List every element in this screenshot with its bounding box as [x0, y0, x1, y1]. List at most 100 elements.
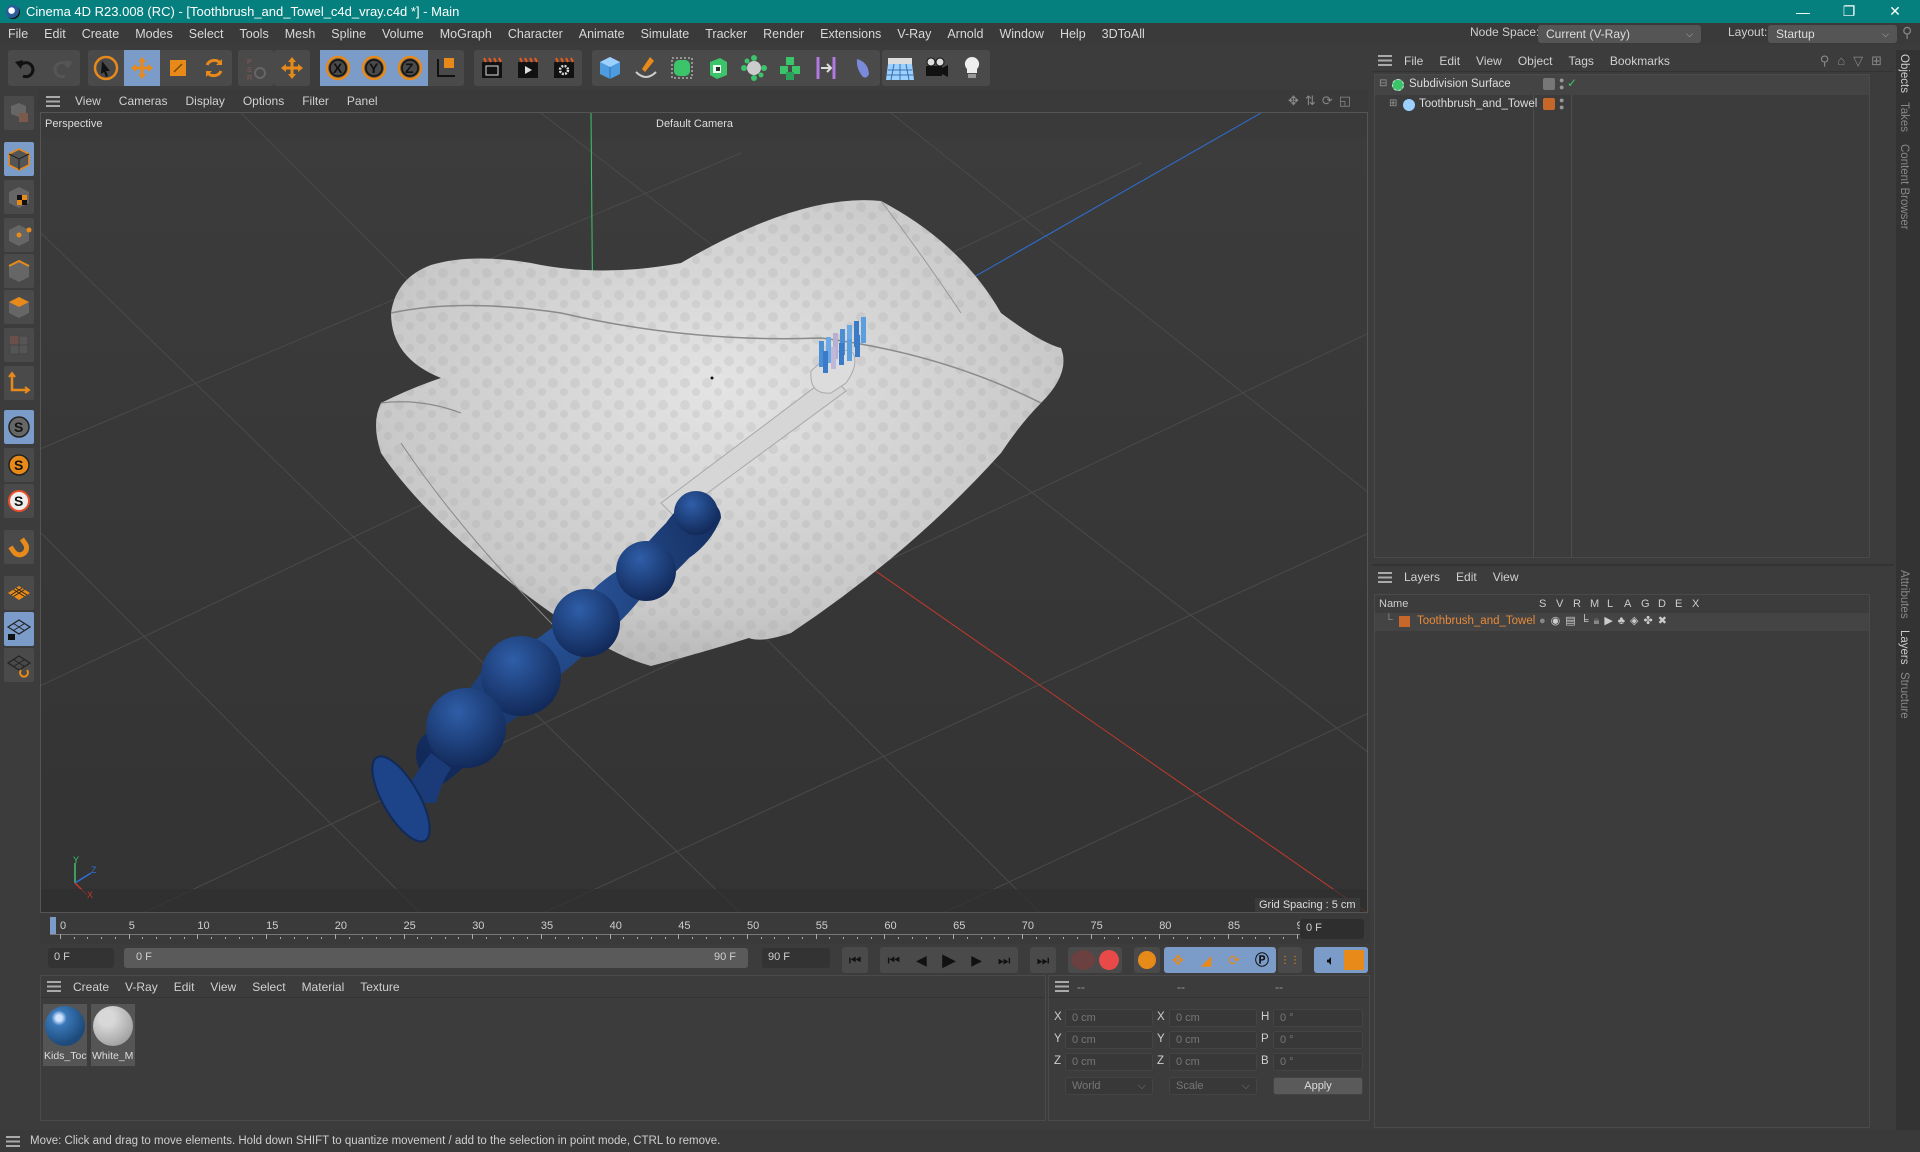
render-icon[interactable]: ▤	[1565, 615, 1580, 627]
column-name[interactable]: Name	[1379, 598, 1408, 610]
objects-menu-tags[interactable]: Tags	[1561, 54, 1602, 68]
menu-volume[interactable]: Volume	[374, 27, 432, 41]
render-settings-button[interactable]	[546, 50, 582, 86]
layers-menu-layers[interactable]: Layers	[1396, 570, 1448, 584]
viewport-perspective[interactable]: Perspective Default Camera Y Z X Grid Sp…	[40, 112, 1368, 913]
column-visible[interactable]: V	[1556, 598, 1563, 610]
workplane-lock-button[interactable]	[4, 612, 34, 646]
go-to-end-button[interactable]: ⏭	[1030, 947, 1056, 973]
object-row-subdivision[interactable]: ⊟ Subdivision Surface ● ● ✓	[1375, 75, 1869, 95]
layout-dropdown[interactable]: Startup ⌵	[1768, 25, 1897, 43]
pos-z-field[interactable]: 0 cm	[1065, 1053, 1153, 1071]
objects-menu-object[interactable]: Object	[1510, 54, 1561, 68]
solo-icon[interactable]: ●	[1539, 615, 1551, 627]
light-button[interactable]	[954, 50, 990, 86]
array-button[interactable]	[772, 50, 808, 86]
keyframe-selection-button[interactable]	[1134, 947, 1160, 973]
viewport-menu-display[interactable]: Display	[176, 94, 233, 108]
column-locked[interactable]: L	[1607, 598, 1613, 610]
column-xrefs[interactable]: X	[1692, 598, 1699, 610]
layer-name[interactable]: Toothbrush_and_Towel	[1417, 615, 1535, 627]
object-name[interactable]: Toothbrush_and_Towel	[1419, 98, 1537, 110]
node-space-dropdown[interactable]: Current (V-Ray) ⌵	[1538, 25, 1701, 43]
column-render[interactable]: R	[1573, 598, 1581, 610]
edge-mode-button[interactable]	[4, 254, 34, 288]
subdivision-button[interactable]	[664, 50, 700, 86]
menu-mograph[interactable]: MoGraph	[432, 27, 500, 41]
menu-help[interactable]: Help	[1052, 27, 1094, 41]
polygon-mode-button[interactable]	[4, 290, 34, 324]
animation-icon[interactable]: ▶	[1604, 615, 1617, 627]
expand-icon[interactable]: ⊞	[1389, 98, 1397, 109]
make-editable-button[interactable]	[4, 96, 34, 130]
menu-select[interactable]: Select	[181, 27, 232, 41]
rot-h-field[interactable]: 0 °	[1273, 1009, 1363, 1027]
column-manager[interactable]: M	[1590, 598, 1599, 610]
cube-button[interactable]	[592, 50, 628, 86]
edit-toggle-icon[interactable]	[1543, 78, 1555, 90]
layer-color-swatch[interactable]	[1399, 616, 1410, 627]
orbit-icon[interactable]: ⟳	[1322, 93, 1339, 108]
viewport-menu-cameras[interactable]: Cameras	[110, 94, 177, 108]
menu-3dtoall[interactable]: 3DToAll	[1094, 27, 1153, 41]
snap-settings-button[interactable]: S	[4, 448, 34, 482]
axis-mode-button[interactable]	[4, 366, 34, 400]
hamburger-icon[interactable]	[47, 981, 61, 992]
dolly-icon[interactable]: ⇅	[1305, 93, 1322, 108]
tab-structure[interactable]: Structure	[1898, 672, 1910, 719]
extrude-button[interactable]	[700, 50, 736, 86]
current-frame-field[interactable]: 0 F	[48, 948, 114, 968]
tab-attributes[interactable]: Attributes	[1898, 570, 1910, 619]
menu-create[interactable]: Create	[74, 27, 128, 41]
menu-window[interactable]: Window	[991, 27, 1051, 41]
next-frame-button[interactable]: ▶	[963, 952, 991, 969]
material-menu-texture[interactable]: Texture	[352, 980, 407, 994]
menu-tracker[interactable]: Tracker	[697, 27, 755, 41]
move-tool-button[interactable]	[124, 50, 160, 86]
menu-file[interactable]: File	[0, 27, 36, 41]
timeline-ruler[interactable]: 051015202530354045505560657075808590 0 F	[40, 914, 1370, 944]
column-animation[interactable]: A	[1624, 598, 1631, 610]
rot-b-field[interactable]: 0 °	[1273, 1053, 1363, 1071]
expressions-icon[interactable]: ✤	[1643, 615, 1657, 627]
material-menu-vray[interactable]: V-Ray	[117, 980, 166, 994]
y-axis-lock-button[interactable]: Y	[356, 50, 392, 86]
scale-tool-button[interactable]	[160, 50, 196, 86]
autokey-button[interactable]	[1099, 950, 1119, 970]
menu-edit[interactable]: Edit	[36, 27, 74, 41]
objects-menu-bookmarks[interactable]: Bookmarks	[1602, 54, 1678, 68]
record-active-objects-button[interactable]	[1071, 950, 1095, 970]
layers-menu-view[interactable]: View	[1485, 570, 1527, 584]
maximize-view-icon[interactable]: ◱	[1339, 93, 1357, 108]
search-icon[interactable]: ⚲	[1902, 24, 1912, 41]
move-axis-button[interactable]	[274, 50, 310, 86]
camera-button[interactable]	[918, 50, 954, 86]
search-icon[interactable]: ⚲	[1820, 53, 1838, 68]
column-deformers[interactable]: D	[1658, 598, 1666, 610]
play-button[interactable]: ▶	[935, 950, 963, 971]
coordinate-system-button[interactable]	[428, 50, 464, 86]
cloner-button[interactable]	[736, 50, 772, 86]
z-axis-lock-button[interactable]: Z	[392, 50, 428, 86]
hamburger-icon[interactable]	[1378, 55, 1392, 66]
lock-icon[interactable]: 🔒︎	[1593, 615, 1604, 627]
filter-icon[interactable]: ▽	[1853, 53, 1871, 68]
coordinate-mode-dropdown[interactable]: World ⌵	[1065, 1077, 1153, 1095]
select-tool-button[interactable]	[88, 50, 124, 86]
viewport-menu-options[interactable]: Options	[234, 94, 293, 108]
texture-mode-button[interactable]	[4, 180, 34, 214]
next-key-button[interactable]: ⏭	[990, 952, 1018, 969]
material-menu-view[interactable]: View	[202, 980, 244, 994]
undo-button[interactable]	[8, 50, 44, 86]
layer-row[interactable]: └ Toothbrush_and_Towel ●◉▤╘🔒︎▶♣◈✤✖	[1375, 613, 1869, 631]
pen-spline-button[interactable]	[628, 50, 664, 86]
object-name[interactable]: Subdivision Surface	[1409, 78, 1511, 90]
objects-menu-view[interactable]: View	[1468, 54, 1510, 68]
close-button[interactable]: ✕	[1872, 0, 1918, 23]
viewport-menu-panel[interactable]: Panel	[338, 94, 387, 108]
previous-key-button[interactable]: ⏮	[880, 952, 908, 969]
size-mode-dropdown[interactable]: Scale ⌵	[1169, 1077, 1257, 1095]
tab-layers[interactable]: Layers	[1898, 630, 1910, 665]
menu-simulate[interactable]: Simulate	[633, 27, 698, 41]
size-y-field[interactable]: 0 cm	[1169, 1031, 1257, 1049]
